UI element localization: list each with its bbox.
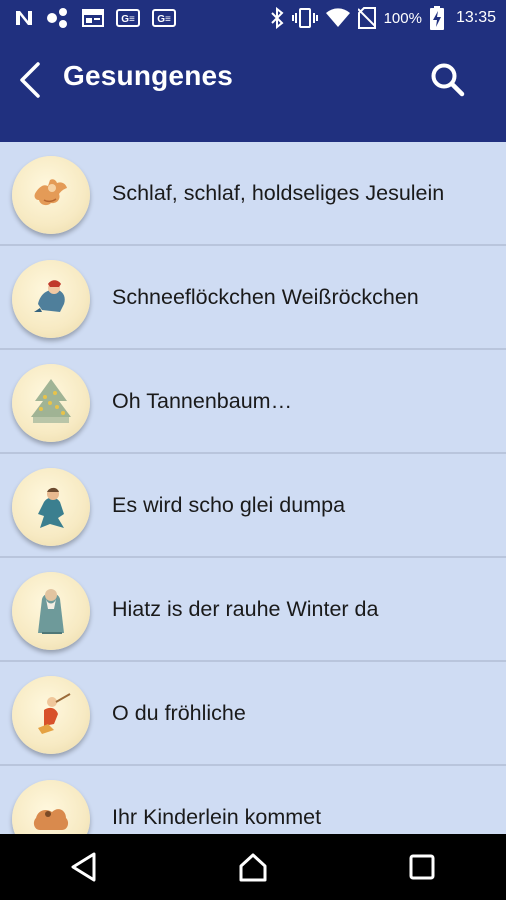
list-item-title: Hiatz is der rauhe Winter da	[112, 597, 379, 621]
old-man-illustration	[12, 572, 90, 650]
search-icon	[431, 63, 465, 97]
list-item-title: Schneeflöckchen Weißröckchen	[112, 285, 419, 309]
bluetooth-icon	[270, 7, 284, 29]
vibrate-icon	[291, 8, 318, 28]
app-bar: Gesungenes	[0, 36, 506, 142]
list-item-title: O du fröhliche	[112, 701, 246, 725]
list-item[interactable]: Hiatz is der rauhe Winter da	[0, 558, 506, 662]
list-item-title: Ihr Kinderlein kommet	[112, 805, 322, 829]
n-icon	[14, 9, 34, 27]
search-button[interactable]	[428, 60, 468, 100]
list-item[interactable]: Es wird scho glei dumpa	[0, 454, 506, 558]
ge-card-icon: G≡	[152, 9, 176, 27]
svg-text:G≡: G≡	[157, 14, 171, 25]
status-bar: G≡ G≡ 100% 13:35	[0, 0, 506, 36]
list-item[interactable]: Schneeflöckchen Weißröckchen	[0, 246, 506, 350]
nav-back-button[interactable]	[54, 842, 114, 892]
list-item[interactable]: Ihr Kinderlein kommet	[0, 766, 506, 834]
list-item[interactable]: O du fröhliche	[0, 662, 506, 766]
back-button[interactable]	[12, 58, 48, 102]
nav-home-button[interactable]	[223, 842, 283, 892]
snow-child-illustration	[12, 260, 90, 338]
list-item-title: Es wird scho glei dumpa	[112, 493, 346, 517]
page-title: Gesungenes	[63, 60, 234, 91]
status-right-icons: 100% 13:35	[270, 6, 496, 30]
battery-percent: 100%	[383, 9, 422, 27]
triangle-back-icon	[71, 852, 96, 882]
list-item-title: Schlaf, schlaf, holdseliges Jesulein	[112, 181, 445, 205]
wifi-icon	[325, 8, 350, 28]
angel-illustration	[12, 156, 90, 234]
status-left-icons: G≡ G≡	[14, 8, 176, 28]
flute-player-illustration	[12, 676, 90, 754]
christmas-tree-illustration	[12, 364, 90, 442]
svg-text:G≡: G≡	[121, 14, 135, 25]
nodes-icon	[46, 8, 70, 28]
nav-recents-button[interactable]	[392, 842, 452, 892]
list-item[interactable]: Schlaf, schlaf, holdseliges Jesulein	[0, 142, 506, 246]
list-item-title: Oh Tannenbaum…	[112, 389, 293, 413]
song-list: Schlaf, schlaf, holdseliges Jesulein Sch…	[0, 142, 506, 834]
square-recents-icon	[409, 854, 435, 880]
battery-charging-icon	[429, 6, 444, 30]
chevron-left-icon	[20, 62, 40, 98]
home-icon	[239, 853, 267, 882]
no-sim-icon	[357, 7, 376, 29]
ge-card-icon: G≡	[116, 9, 140, 27]
shepherd-illustration	[12, 468, 90, 546]
calendar-icon	[82, 9, 104, 27]
status-time: 13:35	[455, 9, 496, 26]
list-item[interactable]: Oh Tannenbaum…	[0, 350, 506, 454]
lamb-illustration	[12, 780, 90, 834]
system-nav-bar	[0, 834, 506, 900]
